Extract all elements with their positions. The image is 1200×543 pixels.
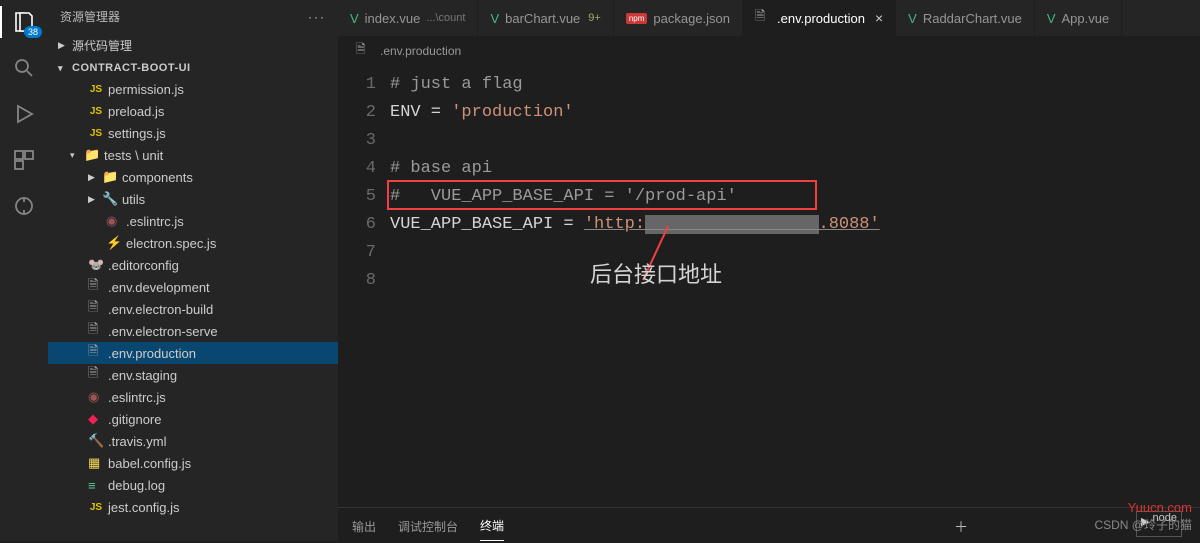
file-item[interactable]: 🗎.env.development	[48, 276, 338, 298]
add-terminal-icon[interactable]: ＋	[954, 517, 968, 543]
panel-tab-terminal[interactable]: 终端	[480, 517, 504, 541]
file-item[interactable]: 🔨.travis.yml	[48, 430, 338, 452]
extensions-icon[interactable]	[12, 148, 36, 172]
file-tree: JSpermission.js JSpreload.js JSsettings.…	[48, 78, 338, 541]
file-item[interactable]: ◉.eslintrc.js	[48, 386, 338, 408]
file-item[interactable]: 🗎.env.electron-serve	[48, 320, 338, 342]
file-item[interactable]: ⚡electron.spec.js	[48, 232, 338, 254]
panel-tab-debug[interactable]: 调试控制台	[398, 518, 458, 541]
folder-item[interactable]: ▾📁tests \ unit	[48, 144, 338, 166]
folder-item[interactable]: ▶📁components	[48, 166, 338, 188]
file-item[interactable]: 🗎.env.staging	[48, 364, 338, 386]
file-item[interactable]: ≡debug.log	[48, 474, 338, 496]
close-icon[interactable]: ×	[875, 10, 883, 26]
tab[interactable]: VRaddarChart.vue	[896, 0, 1035, 36]
tab-active[interactable]: 🗎.env.production×	[743, 0, 896, 36]
explorer-badge: 38	[24, 26, 42, 38]
tab[interactable]: npmpackage.json	[614, 0, 743, 36]
file-item[interactable]: JSpreload.js	[48, 100, 338, 122]
sidebar-header: 资源管理器 ···	[48, 0, 338, 33]
sync-icon[interactable]	[12, 194, 36, 218]
bottom-panel: 输出 调试控制台 终端 ▶ node ＋	[338, 507, 1200, 541]
sidebar: 资源管理器 ··· ▶源代码管理 ▾CONTRACT-BOOT-UI JSper…	[48, 0, 338, 541]
annotation-text: 后台接口地址	[590, 261, 722, 289]
main-editor-area: Vindex.vue...\count VbarChart.vue9+ npmp…	[338, 0, 1200, 541]
file-item[interactable]: 🐭.editorconfig	[48, 254, 338, 276]
code-body[interactable]: # just a flag ENV = 'production' # base …	[390, 65, 1200, 507]
file-item[interactable]: JSsettings.js	[48, 122, 338, 144]
code-editor[interactable]: 12345678 # just a flag ENV = 'production…	[338, 65, 1200, 507]
tab[interactable]: VApp.vue	[1035, 0, 1122, 36]
more-icon[interactable]: ···	[308, 10, 326, 24]
breadcrumb[interactable]: 🗎.env.production	[338, 36, 1200, 65]
panel-tab-output[interactable]: 输出	[352, 518, 376, 541]
csdn-attrib: CSDN @玲子的猫	[1094, 516, 1192, 533]
file-item[interactable]: JSpermission.js	[48, 78, 338, 100]
watermark: Yuucn.com	[1128, 500, 1192, 515]
file-item-active[interactable]: 🗎.env.production	[48, 342, 338, 364]
explorer-icon[interactable]: 38	[12, 10, 36, 34]
file-item[interactable]: JSjest.config.js	[48, 496, 338, 518]
sidebar-title: 资源管理器	[60, 8, 120, 25]
run-icon[interactable]	[12, 102, 36, 126]
file-item[interactable]: ◉.eslintrc.js	[48, 210, 338, 232]
search-icon[interactable]	[12, 56, 36, 80]
tab[interactable]: VbarChart.vue9+	[478, 0, 613, 36]
file-item[interactable]: ▦babel.config.js	[48, 452, 338, 474]
tab[interactable]: Vindex.vue...\count	[338, 0, 478, 36]
activity-bar: 38	[0, 0, 48, 541]
editor-tabs: Vindex.vue...\count VbarChart.vue9+ npmp…	[338, 0, 1200, 36]
gutter: 12345678	[338, 65, 390, 507]
folder-item[interactable]: ▶🔧utils	[48, 188, 338, 210]
scm-section[interactable]: ▶源代码管理	[48, 33, 338, 58]
file-item[interactable]: ◆.gitignore	[48, 408, 338, 430]
project-root[interactable]: ▾CONTRACT-BOOT-UI	[48, 58, 338, 78]
file-item[interactable]: 🗎.env.electron-build	[48, 298, 338, 320]
